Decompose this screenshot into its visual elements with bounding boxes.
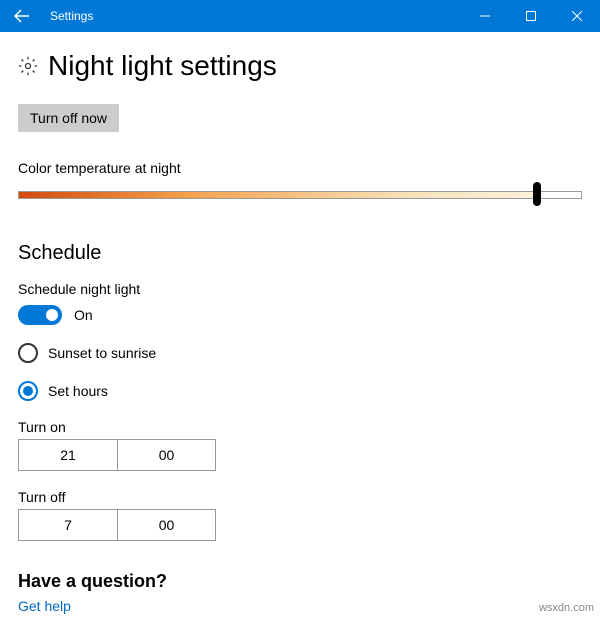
turn-off-now-button[interactable]: Turn off now	[18, 104, 119, 132]
turn-off-label: Turn off	[18, 489, 582, 505]
color-temp-slider[interactable]	[18, 184, 582, 206]
turn-on-time[interactable]: 21 00	[18, 439, 216, 471]
color-temp-label: Color temperature at night	[18, 160, 582, 176]
turn-on-hour[interactable]: 21	[19, 440, 117, 470]
back-button[interactable]	[0, 0, 44, 32]
content: Night light settings Turn off now Color …	[0, 32, 600, 616]
radio-icon	[18, 381, 38, 401]
turn-on-minute[interactable]: 00	[117, 440, 215, 470]
get-help-link[interactable]: Get help	[18, 598, 71, 614]
radio-label: Set hours	[48, 383, 108, 399]
page-title: Night light settings	[48, 50, 277, 82]
radio-icon	[18, 343, 38, 363]
maximize-button[interactable]	[508, 0, 554, 32]
gear-icon	[18, 56, 38, 76]
turn-off-time[interactable]: 7 00	[18, 509, 216, 541]
slider-thumb[interactable]	[533, 182, 541, 206]
window-controls	[462, 0, 600, 32]
close-button[interactable]	[554, 0, 600, 32]
help-heading: Have a question?	[18, 571, 582, 592]
radio-label: Sunset to sunrise	[48, 345, 156, 361]
window-title: Settings	[44, 9, 462, 23]
schedule-toggle-state: On	[74, 307, 93, 323]
schedule-toggle-label: Schedule night light	[18, 281, 582, 297]
turn-off-minute[interactable]: 00	[117, 510, 215, 540]
schedule-toggle[interactable]	[18, 305, 62, 325]
radio-sunset-to-sunrise[interactable]: Sunset to sunrise	[18, 343, 582, 363]
page-title-row: Night light settings	[18, 50, 582, 82]
turn-off-hour[interactable]: 7	[19, 510, 117, 540]
titlebar: Settings	[0, 0, 600, 32]
turn-on-label: Turn on	[18, 419, 582, 435]
schedule-heading: Schedule	[18, 242, 582, 265]
minimize-button[interactable]	[462, 0, 508, 32]
radio-set-hours[interactable]: Set hours	[18, 381, 582, 401]
watermark: wsxdn.com	[539, 602, 594, 614]
